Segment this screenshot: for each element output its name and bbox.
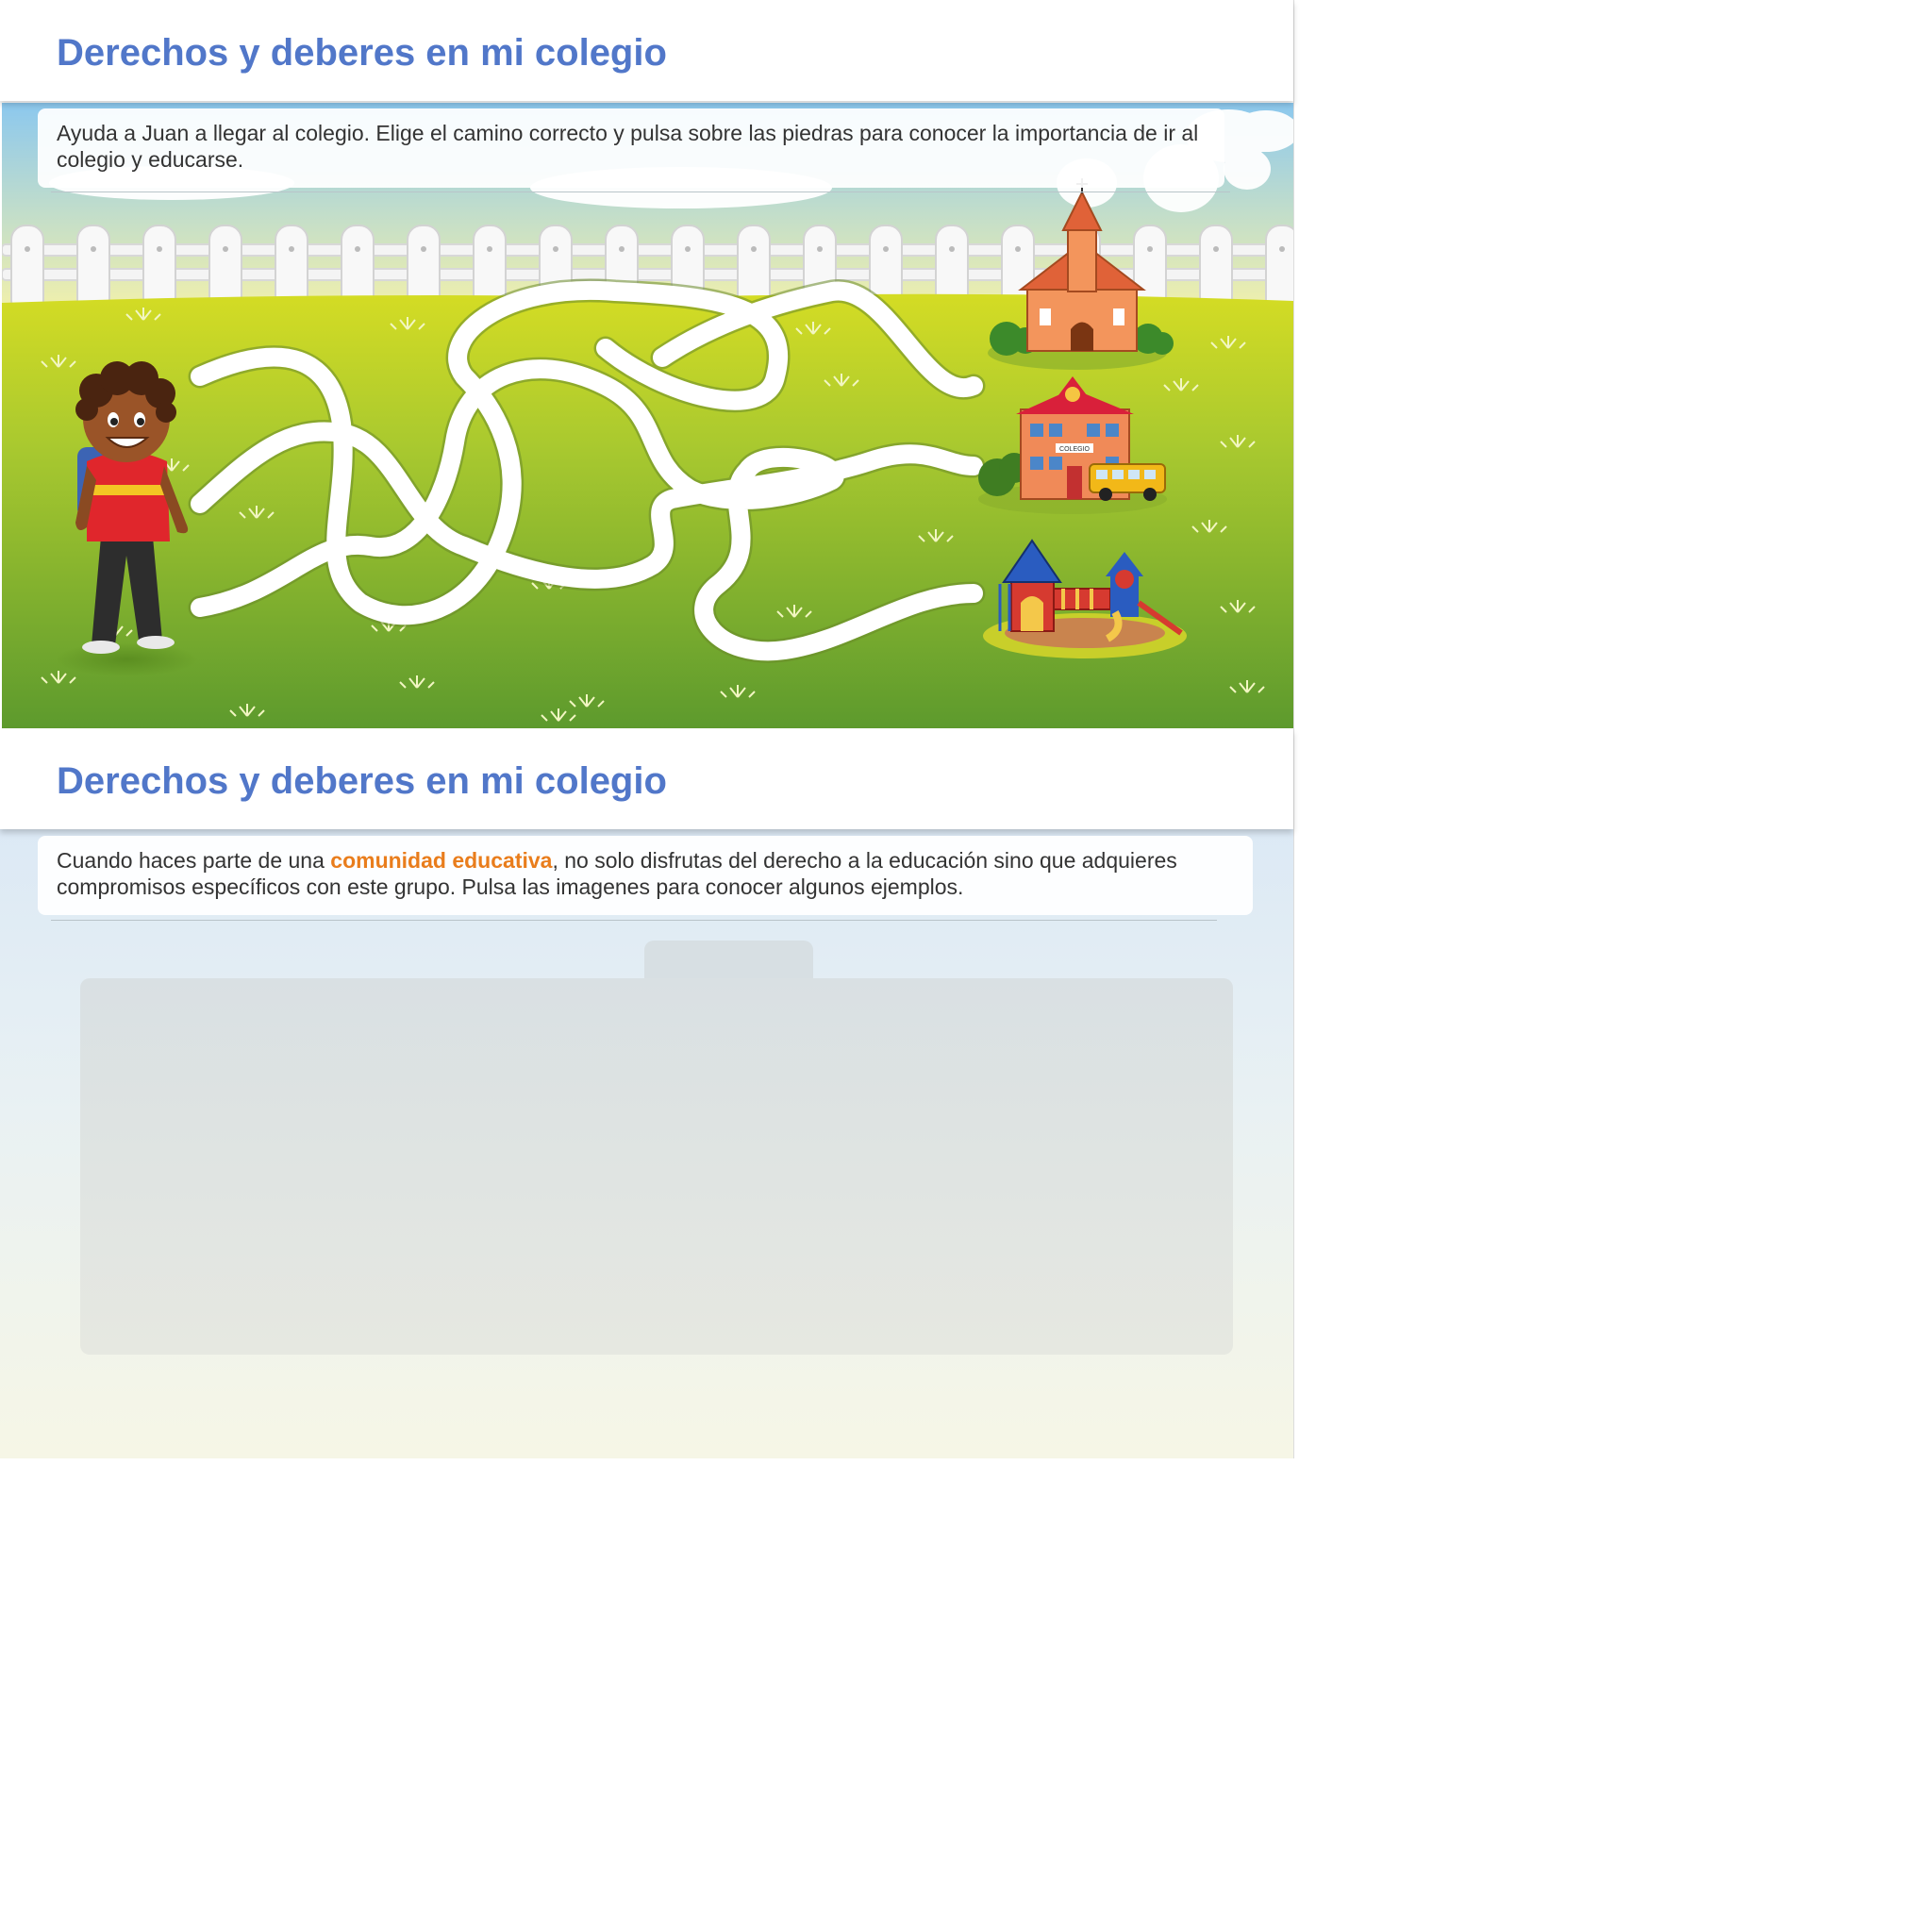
maze-scene: COLEGIO xyxy=(2,103,1293,728)
fence-nail xyxy=(421,246,426,252)
fence-nail xyxy=(1279,246,1285,252)
fence-nail xyxy=(949,246,955,252)
section2-instruction-highlight: comunidad educativa xyxy=(330,848,553,873)
section2-instruction-before: Cuando haces parte de una xyxy=(57,848,331,873)
fence-nail xyxy=(1147,246,1153,252)
maze-svg: COLEGIO xyxy=(2,103,1293,728)
fence-nail xyxy=(157,246,162,252)
section2-title: Derechos y deberes en mi colegio xyxy=(57,760,667,802)
fence-nail xyxy=(25,246,30,252)
fence-nail xyxy=(355,246,360,252)
fence-nail xyxy=(553,246,558,252)
section1-title: Derechos y deberes en mi colegio xyxy=(57,32,667,74)
section1-instruction: Ayuda a Juan a llegar al colegio. Elige … xyxy=(38,108,1224,188)
fence-nail xyxy=(883,246,889,252)
panel-edge xyxy=(1293,0,1294,1458)
fence-nail xyxy=(685,246,691,252)
fence-nail xyxy=(487,246,492,252)
school-sign: COLEGIO xyxy=(1059,446,1090,453)
fence-nail xyxy=(619,246,625,252)
images-content-area[interactable] xyxy=(80,978,1233,1355)
section2-instruction: Cuando haces parte de una comunidad educ… xyxy=(38,836,1253,915)
section1-instruction-text: Ayuda a Juan a llegar al colegio. Elige … xyxy=(57,121,1199,172)
fence-nail xyxy=(289,246,294,252)
fence-nail xyxy=(1213,246,1219,252)
fence-nail xyxy=(1015,246,1021,252)
fence-nail xyxy=(91,246,96,252)
section2-divider xyxy=(51,920,1217,921)
fence-nail xyxy=(817,246,823,252)
section2-header: Derechos y deberes en mi colegio xyxy=(0,729,1293,829)
fence-nail xyxy=(751,246,757,252)
fence-nail xyxy=(223,246,228,252)
section1-header: Derechos y deberes en mi colegio xyxy=(0,0,1293,101)
